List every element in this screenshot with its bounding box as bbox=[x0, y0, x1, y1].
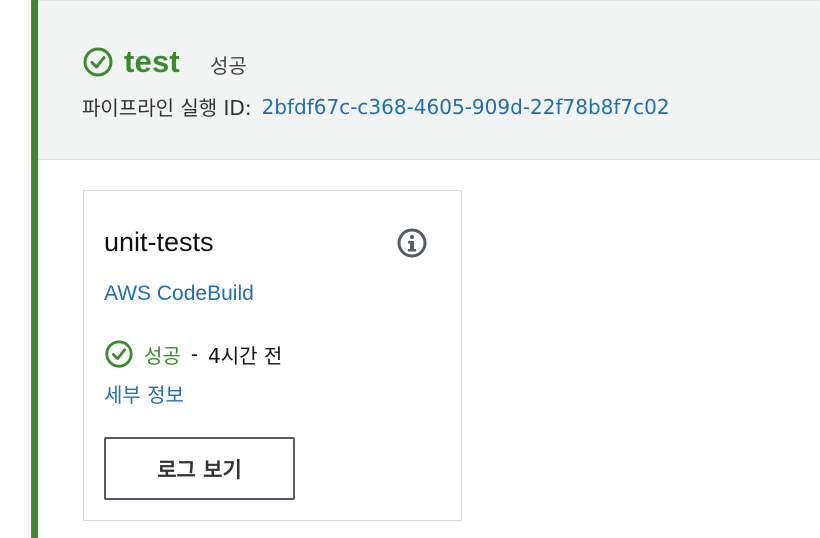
action-provider-link[interactable]: AWS CodeBuild bbox=[104, 282, 254, 306]
stage-name: test bbox=[124, 44, 180, 79]
stage-title-row: test 성공 bbox=[82, 42, 247, 82]
execution-id-link[interactable]: 2bfdf67c-c368-4605-909d-22f78b8f7c02 bbox=[262, 95, 670, 119]
info-icon[interactable] bbox=[396, 227, 428, 259]
action-time: 4시간 전 bbox=[208, 343, 283, 368]
view-logs-button[interactable]: 로그 보기 bbox=[104, 437, 295, 500]
pipeline-connector bbox=[0, 0, 29, 538]
stage-status-bar bbox=[31, 0, 38, 538]
action-status-row: 성공 - 4시간 전 bbox=[104, 339, 282, 369]
execution-id-row: 파이프라인 실행 ID: 2bfdf67c-c368-4605-909d-22f… bbox=[82, 92, 670, 121]
action-name: unit-tests bbox=[104, 227, 214, 257]
check-circle-icon bbox=[83, 47, 113, 77]
check-circle-icon bbox=[105, 340, 133, 368]
pipeline-view: test 성공 파이프라인 실행 ID: 2bfdf67c-c368-4605-… bbox=[0, 0, 820, 538]
execution-id-label: 파이프라인 실행 ID: bbox=[82, 96, 252, 120]
stage-status: 성공 bbox=[209, 53, 247, 78]
action-card: unit-tests AWS CodeBuild 성공 - 4시간 전 세부 정… bbox=[83, 190, 462, 521]
status-separator: - bbox=[190, 342, 199, 366]
details-link[interactable]: 세부 정보 bbox=[104, 379, 184, 408]
action-status: 성공 bbox=[144, 343, 181, 368]
